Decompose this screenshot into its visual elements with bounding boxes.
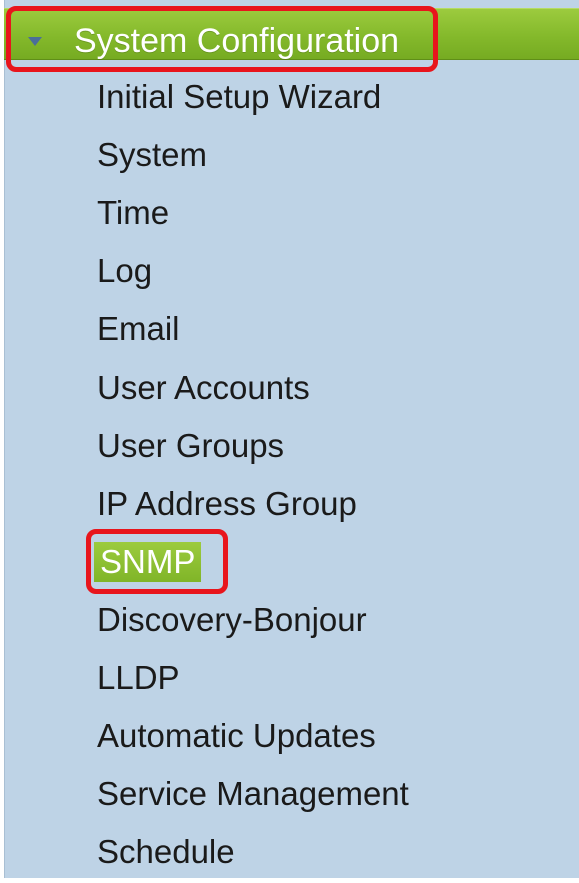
sidebar-item-initial-setup-wizard[interactable]: Initial Setup Wizard <box>97 77 381 117</box>
sidebar-item-service-management[interactable]: Service Management <box>97 774 409 814</box>
sidebar-item-automatic-updates[interactable]: Automatic Updates <box>97 716 376 756</box>
sidebar-item-ip-address-group[interactable]: IP Address Group <box>97 484 357 524</box>
sidebar-item-discovery-bonjour[interactable]: Discovery-Bonjour <box>97 600 367 640</box>
sidebar-item-log[interactable]: Log <box>97 251 152 291</box>
sidebar-item-time[interactable]: Time <box>97 193 169 233</box>
annotation-highlight-section-header <box>6 6 438 72</box>
sidebar-item-system[interactable]: System <box>97 135 207 175</box>
sidebar-item-lldp[interactable]: LLDP <box>97 658 180 698</box>
sidebar-item-email[interactable]: Email <box>97 309 180 349</box>
annotation-highlight-snmp <box>86 529 228 594</box>
sidebar-item-user-accounts[interactable]: User Accounts <box>97 368 310 408</box>
sidebar-item-user-groups[interactable]: User Groups <box>97 426 284 466</box>
sidebar-item-schedule[interactable]: Schedule <box>97 832 235 872</box>
